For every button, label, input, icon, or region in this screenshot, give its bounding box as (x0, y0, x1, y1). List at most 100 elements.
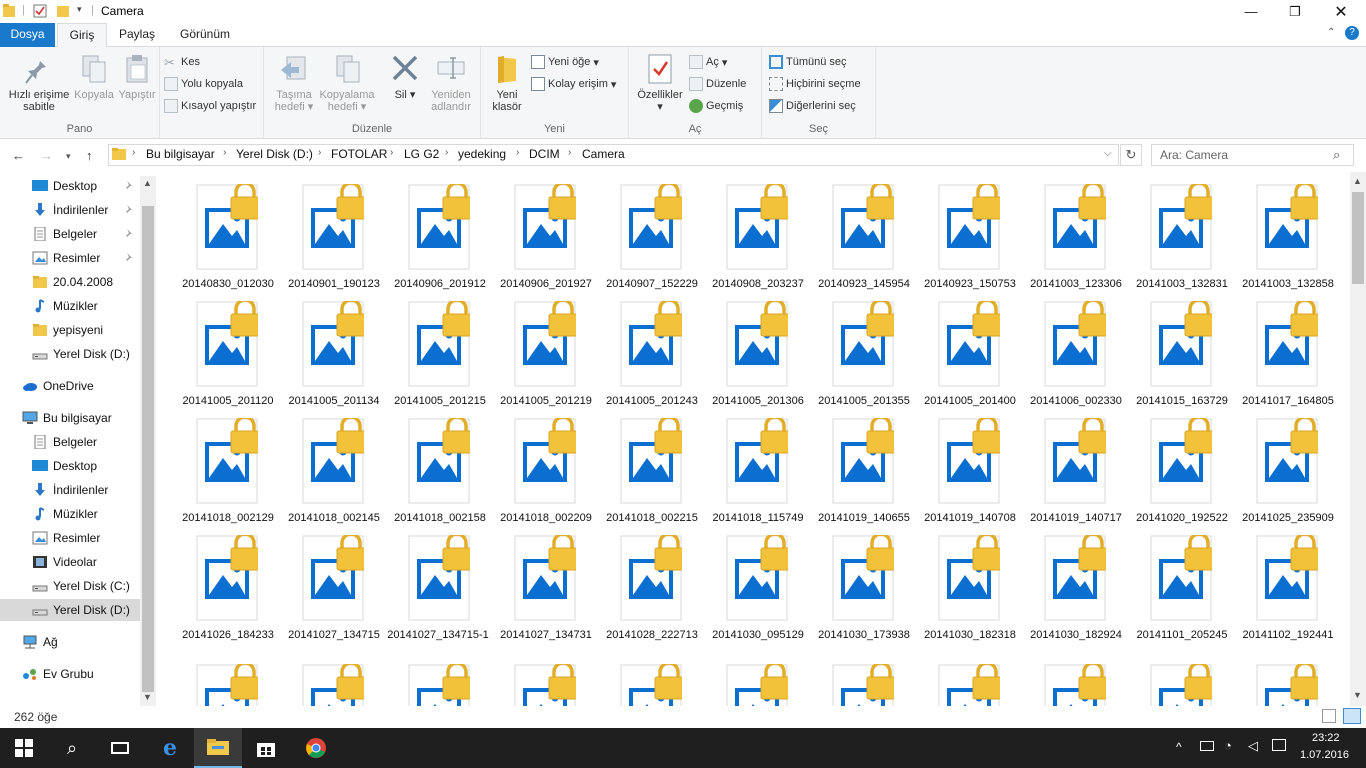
file-item[interactable]: 20141102_192441 (1236, 532, 1340, 645)
refresh-icon[interactable]: ↻ (1120, 144, 1142, 166)
file-item[interactable]: 20141030_182318 (918, 532, 1022, 645)
breadcrumb-yedeking[interactable]: yedeking (458, 147, 506, 161)
scroll-up-icon[interactable]: ▲ (143, 178, 152, 188)
file-item[interactable] (706, 661, 810, 706)
scroll-up-icon[interactable]: ▲ (1353, 176, 1362, 186)
qat-customize-icon[interactable]: ▾ (77, 4, 82, 15)
chrome-icon[interactable] (292, 728, 340, 768)
file-item[interactable]: 20140923_150753 (918, 181, 1022, 294)
file-item[interactable]: 20140923_145954 (812, 181, 916, 294)
battery-icon[interactable] (1200, 741, 1214, 751)
file-item[interactable]: 20141018_002145 (282, 415, 386, 528)
file-item[interactable] (600, 661, 704, 706)
sidebar-item[interactable]: Yerel Disk (D:) (0, 343, 140, 365)
file-item[interactable]: 20141003_123306 (1024, 181, 1128, 294)
sidebar-item[interactable]: Belgeler (0, 431, 140, 453)
new-folder-button[interactable]: Yeni klasör (487, 53, 527, 113)
tab-file[interactable]: Dosya (0, 23, 55, 47)
search-icon[interactable]: ⌕ (1333, 147, 1340, 163)
rename-button[interactable]: Yeniden adlandır (426, 53, 476, 113)
start-button[interactable] (0, 728, 48, 768)
paste-shortcut-button[interactable]: Kısayol yapıştır (164, 99, 256, 113)
sidebar-item[interactable]: OneDrive (0, 375, 140, 397)
sidebar-item[interactable]: Resimler (0, 527, 140, 549)
sidebar-item[interactable]: İndirilenler (0, 479, 140, 501)
file-item[interactable]: 20141101_205245 (1130, 532, 1234, 645)
file-item[interactable] (918, 661, 1022, 706)
large-icons-view-icon[interactable] (1343, 708, 1361, 724)
sidebar-item[interactable]: Videolar (0, 551, 140, 573)
search-icon[interactable]: ⌕ (48, 728, 96, 768)
scroll-down-icon[interactable]: ▼ (143, 692, 152, 702)
file-item[interactable]: 20141005_201400 (918, 298, 1022, 411)
file-item[interactable]: 20141019_140708 (918, 415, 1022, 528)
file-item[interactable]: 20141005_201306 (706, 298, 810, 411)
recent-locations-icon[interactable]: ▾ (66, 151, 71, 162)
file-item[interactable]: 20141005_201120 (176, 298, 280, 411)
file-item[interactable] (812, 661, 916, 706)
scroll-down-icon[interactable]: ▼ (1353, 690, 1362, 700)
file-item[interactable] (282, 661, 386, 706)
file-item[interactable]: 20140907_152229 (600, 181, 704, 294)
delete-button[interactable]: Sil ▾ (384, 53, 426, 101)
select-all-button[interactable]: Tümünü seç (769, 55, 847, 69)
sidebar-item[interactable]: Yerel Disk (D:) (0, 599, 140, 621)
file-item[interactable] (388, 661, 492, 706)
breadcrumb-this-pc[interactable]: Bu bilgisayar (146, 147, 215, 161)
invert-selection-button[interactable]: Diğerlerini seç (769, 99, 856, 113)
details-view-icon[interactable] (1322, 709, 1336, 723)
clock-time[interactable]: 23:22 (1312, 732, 1340, 744)
search-input[interactable]: Ara: Camera (1151, 144, 1354, 166)
file-item[interactable]: 20141030_095129 (706, 532, 810, 645)
file-item[interactable] (1236, 661, 1340, 706)
sidebar-item[interactable]: Desktop (0, 175, 140, 197)
sidebar-item[interactable]: İndirilenler (0, 199, 140, 221)
file-item[interactable]: 20140830_012030 (176, 181, 280, 294)
breadcrumb-lg-g2[interactable]: LG G2 (404, 147, 439, 161)
tab-view[interactable]: Görünüm (170, 23, 240, 47)
tab-share[interactable]: Paylaş (112, 23, 162, 47)
paste-button[interactable]: Yapıştır (117, 53, 157, 101)
close-button[interactable]: ✕ (1318, 0, 1364, 23)
minimize-button[interactable]: — (1228, 0, 1274, 23)
edit-button[interactable]: Düzenle (689, 77, 746, 91)
edge-icon[interactable]: e (146, 728, 194, 768)
wifi-icon[interactable]: ◔ (1224, 738, 1232, 753)
file-item[interactable]: 20141003_132858 (1236, 181, 1340, 294)
file-item[interactable] (176, 661, 280, 706)
file-item[interactable]: 20141005_201243 (600, 298, 704, 411)
sidebar-item[interactable]: Yerel Disk (C:) (0, 575, 140, 597)
file-item[interactable] (1130, 661, 1234, 706)
clock-date[interactable]: 1.07.2016 (1300, 749, 1349, 761)
action-center-icon[interactable] (1272, 739, 1286, 751)
sidebar-item[interactable]: Belgeler (0, 223, 140, 245)
file-explorer-taskbar-icon[interactable] (194, 728, 242, 768)
select-none-button[interactable]: Hiçbirini seçme (769, 77, 861, 91)
breadcrumb-fotolar[interactable]: FOTOLAR (331, 147, 387, 161)
sidebar-item[interactable]: 20.04.2008 (0, 271, 140, 293)
file-item[interactable]: 20140906_201912 (388, 181, 492, 294)
sidebar-item[interactable]: Ev Grubu (0, 663, 140, 685)
breadcrumb-drive-d[interactable]: Yerel Disk (D:) (236, 147, 313, 161)
forward-icon[interactable]: → (40, 148, 53, 163)
file-item[interactable]: 20141005_201215 (388, 298, 492, 411)
properties-qat-icon[interactable] (33, 4, 47, 21)
file-item[interactable]: 20141027_134731 (494, 532, 598, 645)
restore-button[interactable]: ❐ (1272, 0, 1318, 23)
file-item[interactable]: 20141030_182924 (1024, 532, 1128, 645)
help-icon[interactable]: ? (1345, 26, 1359, 40)
file-item[interactable]: 20140906_201927 (494, 181, 598, 294)
file-item[interactable]: 20141018_115749 (706, 415, 810, 528)
sidebar-item[interactable]: Müzikler (0, 503, 140, 525)
file-item[interactable]: 20141030_173938 (812, 532, 916, 645)
pin-quick-access-button[interactable]: Hızlı erişime sabitle (6, 53, 72, 113)
file-item[interactable]: 20141005_201134 (282, 298, 386, 411)
file-item[interactable] (494, 661, 598, 706)
sidebar-item[interactable]: yepisyeni (0, 319, 140, 341)
file-item[interactable]: 20141003_132831 (1130, 181, 1234, 294)
file-item[interactable]: 20141018_002209 (494, 415, 598, 528)
copy-path-button[interactable]: Yolu kopyala (164, 77, 243, 91)
open-button[interactable]: Aç ▾ (689, 55, 727, 69)
file-item[interactable]: 20141018_002129 (176, 415, 280, 528)
file-item[interactable]: 20141026_184233 (176, 532, 280, 645)
